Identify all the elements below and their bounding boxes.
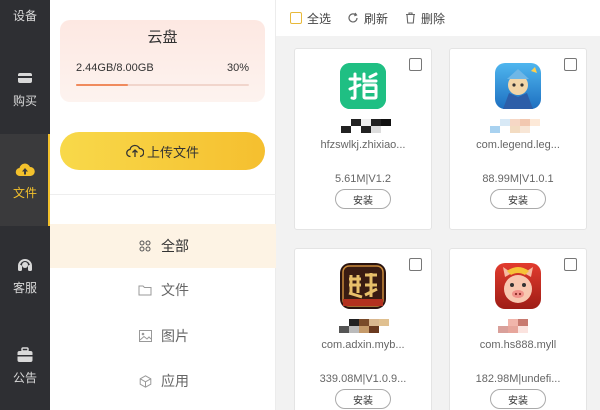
file-package-name: com.adxin.myb... — [321, 339, 405, 351]
grid-icon — [138, 239, 152, 253]
select-all-checkbox[interactable] — [290, 12, 302, 24]
redacted-name-mosaic — [490, 119, 540, 133]
redacted-name-mosaic — [341, 119, 391, 133]
file-card[interactable]: com.adxin.myb... 339.08M|V1.0.9... 安装 — [294, 248, 432, 410]
headset-icon — [15, 255, 35, 275]
redacted-name-mosaic — [498, 319, 538, 333]
file-list-area: 全选 刷新 删除 hfzswlkj.zhixiao... 5.61M|V1.2 … — [276, 0, 600, 410]
file-checkbox[interactable] — [409, 258, 422, 271]
category-apps[interactable]: 应用 — [50, 359, 276, 403]
category-label: 全部 — [161, 239, 189, 255]
file-package-name: hfzswlkj.zhixiao... — [320, 139, 406, 151]
cloud-percent: 30% — [226, 62, 249, 74]
nav-item-label: 客服 — [12, 281, 37, 295]
category-label: 应用 — [161, 374, 189, 390]
nav-item-notice[interactable]: 公告 — [0, 345, 50, 395]
refresh-icon — [347, 12, 359, 24]
file-toolbar: 全选 刷新 删除 — [276, 0, 600, 36]
file-card[interactable]: com.hs888.myll 182.98M|undefi... 安装 — [449, 248, 587, 410]
category-images[interactable]: 图片 — [50, 314, 276, 358]
nav-item-label: 购买 — [12, 94, 37, 108]
storage-panel: 云盘 2.44GB/8.00GB 30% 上传文件 全部 文件 图片 应用 — [50, 0, 276, 410]
select-all-label: 全选 — [307, 11, 332, 26]
file-meta: 339.08M|V1.0.9... — [319, 373, 407, 385]
storage-progress-bar — [76, 84, 249, 86]
redacted-name-mosaic — [339, 319, 389, 333]
image-icon — [138, 329, 152, 343]
file-meta: 5.61M|V1.2 — [334, 173, 392, 185]
storage-progress-fill — [76, 84, 128, 86]
cloud-usage: 2.44GB/8.00GB — [76, 62, 154, 74]
nav-item-files[interactable]: 文件 — [0, 134, 50, 226]
select-all-button[interactable]: 全选 — [290, 10, 331, 27]
folder-icon — [138, 283, 152, 297]
install-button[interactable]: 安装 — [490, 189, 546, 209]
file-card[interactable]: com.legend.leg... 88.99M|V1.0.1 安装 — [449, 48, 587, 230]
cloud-storage-card: 云盘 2.44GB/8.00GB 30% — [60, 20, 265, 102]
upload-button-label: 上传文件 — [146, 145, 199, 161]
nav-item-buy[interactable]: 购买 — [0, 68, 50, 118]
divider — [50, 194, 276, 195]
zhi-app-icon — [340, 63, 386, 109]
nav-item-label: 设备 — [12, 8, 37, 23]
briefcase-icon — [15, 345, 35, 365]
cloud-title: 云盘 — [147, 28, 178, 46]
category-label: 图片 — [161, 329, 189, 345]
cloud-upload-icon — [15, 160, 35, 180]
nav-item-support[interactable]: 客服 — [0, 255, 50, 305]
left-nav: 设备 购买 文件 客服 公告 — [0, 0, 50, 410]
file-card[interactable]: hfzswlkj.zhixiao... 5.61M|V1.2 安装 — [294, 48, 432, 230]
install-button[interactable]: 安装 — [335, 389, 391, 409]
file-checkbox[interactable] — [564, 258, 577, 271]
pig-game-icon — [495, 263, 541, 309]
install-button[interactable]: 安装 — [335, 189, 391, 209]
category-label: 文件 — [161, 283, 189, 299]
upload-file-button[interactable]: 上传文件 — [60, 132, 265, 170]
file-meta: 182.98M|undefi... — [475, 373, 561, 385]
file-checkbox[interactable] — [564, 58, 577, 71]
nav-item-label: 文件 — [12, 185, 37, 200]
nav-item-label: 公告 — [12, 371, 37, 385]
category-all[interactable]: 全部 — [50, 224, 276, 268]
file-package-name: com.legend.leg... — [476, 139, 560, 151]
delete-button[interactable]: 删除 — [404, 10, 445, 27]
cloud-upload-icon — [126, 144, 144, 158]
wallet-icon — [15, 68, 35, 88]
refresh-button[interactable]: 刷新 — [347, 10, 388, 27]
install-button[interactable]: 安装 — [490, 389, 546, 409]
category-files[interactable]: 文件 — [50, 268, 276, 312]
app-icon — [138, 374, 152, 388]
nav-item-device[interactable]: 设备 — [0, 0, 50, 30]
file-meta: 88.99M|V1.0.1 — [482, 173, 554, 185]
delete-label: 删除 — [421, 11, 446, 26]
trash-icon — [404, 12, 416, 24]
legend-game-icon — [495, 63, 541, 109]
file-checkbox[interactable] — [409, 58, 422, 71]
refresh-label: 刷新 — [364, 11, 389, 26]
file-package-name: com.hs888.myll — [479, 339, 557, 351]
moyu-game-icon — [340, 263, 386, 309]
